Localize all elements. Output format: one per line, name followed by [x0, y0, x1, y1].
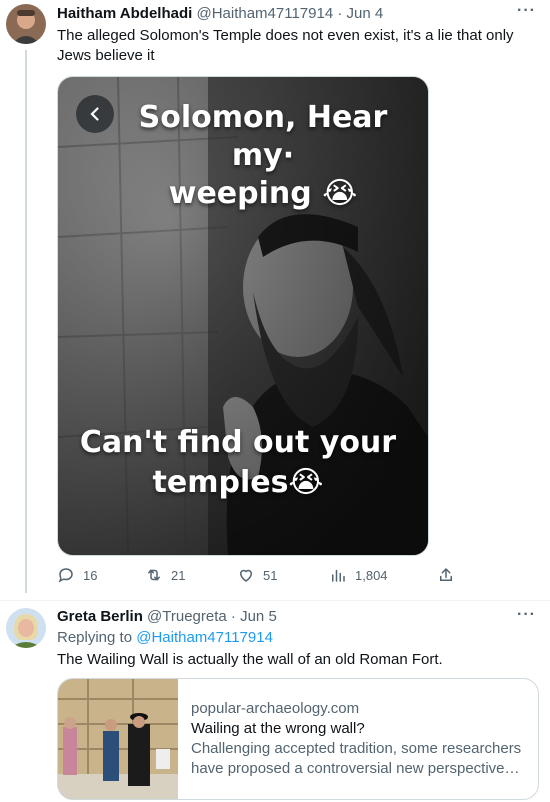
- like-icon: [239, 569, 253, 582]
- back-button[interactable]: [76, 95, 114, 133]
- tweet-haitham[interactable]: Haitham Abdelhadi @Haitham47117914 · Jun…: [0, 0, 550, 600]
- chevron-left-icon: [90, 107, 99, 121]
- link-card-description: Challenging accepted tradition, some res…: [191, 740, 522, 777]
- image-caption-top: Solomon, Hear my· weeping 😭: [113, 99, 413, 213]
- tweet-header: Haitham Abdelhadi @Haitham47117914 · Jun…: [57, 5, 383, 22]
- tweet-date[interactable]: Jun 5: [240, 608, 277, 625]
- link-card-text: popular-archaeology.com Wailing at the w…: [191, 699, 526, 779]
- author-handle[interactable]: @Haitham47117914: [196, 5, 333, 22]
- thread-line: [25, 50, 27, 593]
- like-button[interactable]: 51: [237, 566, 277, 584]
- tweet-image[interactable]: Solomon, Hear my· weeping 😭 Can't find o…: [57, 76, 429, 556]
- image-caption-bottom: Can't find out your temples😭: [68, 423, 408, 503]
- avatar-greta[interactable]: [6, 608, 46, 648]
- retweet-button[interactable]: 21: [145, 566, 185, 584]
- tweet-header: Greta Berlin @Truegreta · Jun 5: [57, 608, 277, 625]
- caption-top-line2: weeping 😭: [168, 176, 358, 211]
- link-card[interactable]: popular-archaeology.com Wailing at the w…: [57, 678, 539, 800]
- dot-separator: ·: [230, 608, 236, 625]
- retweet-count: 21: [171, 567, 186, 583]
- replying-to-handle[interactable]: @Haitham47117914: [136, 629, 273, 646]
- link-card-domain: popular-archaeology.com: [191, 700, 360, 717]
- caption-top-line1: Solomon, Hear my·: [138, 100, 388, 173]
- views-button[interactable]: 1,804: [329, 566, 388, 584]
- views-count: 1,804: [355, 567, 388, 583]
- reply-button[interactable]: 16: [57, 566, 97, 584]
- link-card-title: Wailing at the wrong wall?: [191, 720, 365, 737]
- avatar-haitham[interactable]: [6, 4, 46, 44]
- author-handle[interactable]: @Truegreta: [147, 608, 227, 625]
- replying-to: Replying to @Haitham47117914: [57, 629, 273, 646]
- author-name[interactable]: Haitham Abdelhadi: [57, 5, 192, 22]
- link-card-image: [58, 679, 178, 799]
- share-icon: [440, 567, 452, 581]
- tweet-text: The alleged Solomon's Temple does not ev…: [57, 27, 514, 64]
- replying-to-label: Replying to: [57, 629, 133, 646]
- more-icon[interactable]: ···: [517, 606, 536, 624]
- caption-bottom-line1: Can't find out your: [79, 425, 397, 460]
- retweet-icon: [148, 569, 160, 581]
- reply-icon: [58, 568, 73, 583]
- caption-bottom-line2: temples😭: [152, 465, 324, 500]
- tweet-date[interactable]: Jun 4: [347, 5, 384, 22]
- tweet-actions: 16 21 51 1,804: [57, 566, 457, 586]
- share-button[interactable]: [437, 566, 455, 584]
- more-icon[interactable]: ···: [517, 2, 536, 20]
- reply-count: 16: [83, 567, 98, 583]
- dot-separator: ·: [337, 5, 343, 22]
- like-count: 51: [263, 567, 278, 583]
- tweet-text: The Wailing Wall is actually the wall of…: [57, 651, 443, 668]
- author-name[interactable]: Greta Berlin: [57, 608, 143, 625]
- views-icon: [332, 569, 345, 582]
